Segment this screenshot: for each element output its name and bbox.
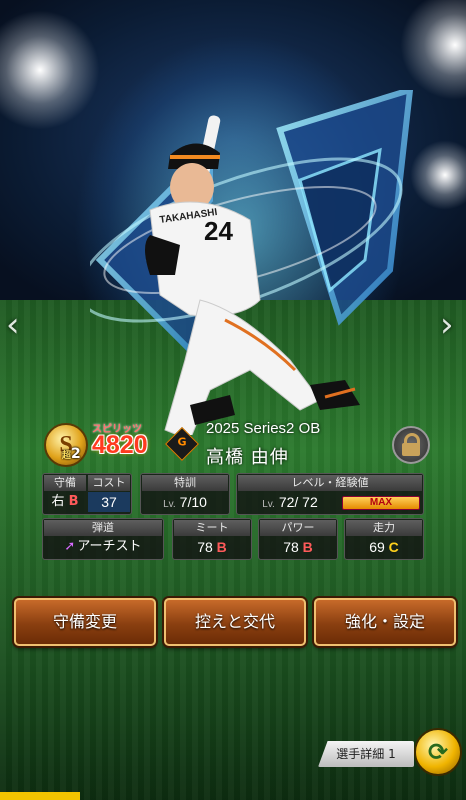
meet-value: 78 B (174, 537, 250, 557)
power-value: 78 B (260, 537, 336, 557)
power-label: パワー (260, 520, 336, 536)
cost-value: 37 (88, 492, 130, 512)
position-grade: B (68, 494, 79, 509)
trajectory-value: ➚ アーチスト (44, 537, 162, 557)
stadium-light (0, 10, 100, 130)
player-series: 2025 Series2 OB (206, 420, 321, 437)
training-number: 7/10 (179, 494, 207, 510)
next-player-arrow[interactable]: › (440, 305, 454, 345)
power-grade: B (302, 539, 313, 555)
speed-panel: 走力 69 C (344, 518, 424, 560)
player-name: 高橋 由伸 (206, 447, 289, 468)
training-value: Lv. 7/10 (142, 492, 228, 515)
position-cost-panel: 守備 コスト 右 B 37 (42, 473, 132, 515)
position-value: 右 B (44, 492, 86, 512)
swap-view-icon[interactable]: ⟳ (414, 728, 462, 776)
bottom-indicator (0, 792, 80, 800)
cost-label: コスト (88, 475, 130, 491)
exp-max-bar: MAX (342, 496, 420, 510)
prev-player-arrow[interactable]: ‹ (6, 305, 20, 345)
trajectory-panel: 弾道 ➚ アーチスト (42, 518, 164, 560)
power-number: 78 (283, 539, 299, 555)
lock-icon[interactable] (392, 426, 430, 464)
stadium-light (400, 0, 466, 100)
defense-change-button[interactable]: 守備変更 (14, 598, 156, 646)
position-label: 守備 (44, 475, 86, 491)
spirits-value: 4820 (92, 431, 148, 459)
trajectory-arrow-icon: ➚ (64, 539, 76, 554)
level-lv: Lv. (262, 499, 275, 510)
trajectory-text: アーチスト (77, 539, 142, 554)
meet-label: ミート (174, 520, 250, 536)
meet-number: 78 (197, 539, 213, 555)
meet-panel: ミート 78 B (172, 518, 252, 560)
player-detail-tab[interactable]: 選手詳細 1 (318, 741, 414, 767)
uniform-number: 24 (204, 216, 233, 246)
power-panel: パワー 78 B (258, 518, 338, 560)
player-image: 24 TAKAHASHI (145, 115, 360, 435)
training-panel: 特訓 Lv. 7/10 (140, 473, 230, 515)
level-value: Lv. 72/ 72 (238, 492, 342, 515)
training-lv: Lv. (163, 499, 176, 510)
speed-grade: C (388, 539, 399, 555)
swap-reserve-button[interactable]: 控えと交代 (164, 598, 306, 646)
rank-sub: 超2 (62, 446, 81, 462)
player-card-screen: 24 TAKAHASHI ‹ › S 超2 スピリッツ 4820 G 2025 … (0, 0, 466, 800)
speed-label: 走力 (346, 520, 422, 536)
speed-value: 69 C (346, 537, 422, 557)
trajectory-label: 弾道 (44, 520, 162, 536)
speed-number: 69 (369, 539, 385, 555)
meet-grade: B (216, 539, 227, 555)
level-number: 72/ 72 (278, 494, 318, 510)
enhance-settings-button[interactable]: 強化・設定 (314, 598, 456, 646)
rank-sub-number: 2 (71, 446, 81, 462)
training-label: 特訓 (142, 475, 228, 491)
position-text: 右 (51, 494, 65, 509)
rank-sub-prefix: 超 (62, 451, 72, 461)
level-label: レベル・経験値 (238, 475, 422, 491)
